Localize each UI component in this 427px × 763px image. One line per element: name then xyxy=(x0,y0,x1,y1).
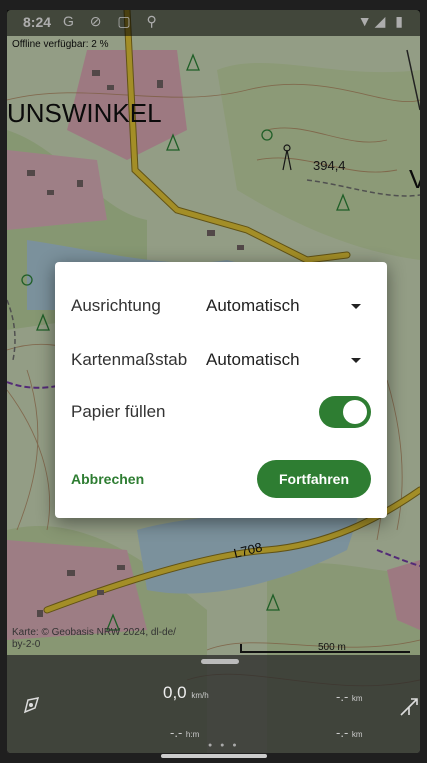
attribution-line-1: Karte: © Geobasis NRW 2024, dl-de/ xyxy=(12,627,176,638)
toggle-knob xyxy=(343,400,367,424)
scale-dropdown[interactable]: Automatisch xyxy=(206,350,300,370)
orientation-dropdown[interactable]: Automatisch xyxy=(206,296,300,316)
scale-chevron-down-icon[interactable] xyxy=(351,358,361,363)
time-unit: h:m xyxy=(185,730,200,739)
scale-label: Kartenmaßstab xyxy=(71,350,188,369)
map-attribution: Karte: © Geobasis NRW 2024, dl-de/ by-2-… xyxy=(12,627,176,651)
speed-readout: 0,0 km/h xyxy=(163,683,209,703)
cancel-button[interactable]: Abbrechen xyxy=(71,460,151,498)
distance-1-unit: km xyxy=(351,694,363,703)
speed-unit: km/h xyxy=(191,691,209,700)
distance-readout-2: -.- km xyxy=(336,725,363,740)
gesture-nav-bar[interactable] xyxy=(161,754,267,758)
compass-pin-icon[interactable] xyxy=(20,694,42,716)
scale-bar: 500 m xyxy=(240,642,410,653)
scale-bar-label: 500 m xyxy=(318,642,346,653)
fill-paper-label: Papier füllen xyxy=(71,402,166,421)
speed-value: 0,0 xyxy=(163,683,187,702)
distance-1-value: -.- xyxy=(336,689,349,704)
panel-drag-handle[interactable] xyxy=(201,659,239,664)
page-indicator: ● ● ● xyxy=(208,742,240,749)
continue-button[interactable]: Fortfahren xyxy=(257,460,371,498)
tracking-panel[interactable]: 0,0 km/h -.- km -.- h:m -.- km ● ● ● xyxy=(7,655,420,753)
attribution-line-2: by-2-0 xyxy=(12,639,41,650)
orientation-chevron-down-icon[interactable] xyxy=(351,304,361,309)
distance-2-value: -.- xyxy=(336,725,349,740)
print-settings-dialog: Ausrichtung Automatisch Kartenmaßstab Au… xyxy=(55,262,387,518)
time-value: -.- xyxy=(170,725,183,740)
orientation-label: Ausrichtung xyxy=(71,296,161,315)
route-arrow-icon[interactable] xyxy=(397,695,421,719)
fill-paper-toggle[interactable] xyxy=(319,396,371,428)
distance-readout-1: -.- km xyxy=(336,689,363,704)
distance-2-unit: km xyxy=(351,730,363,739)
time-readout: -.- h:m xyxy=(170,725,199,740)
